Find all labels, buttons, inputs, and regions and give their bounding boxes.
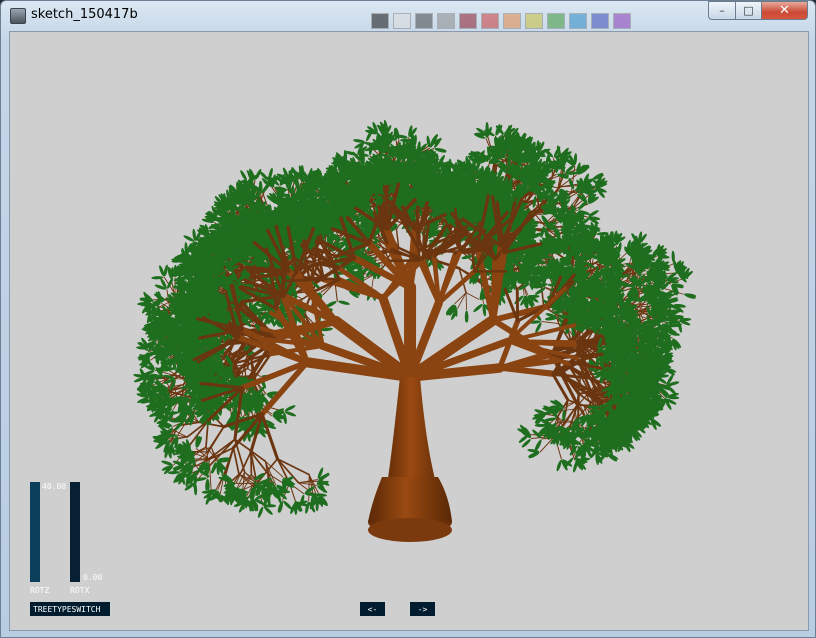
minimize-button[interactable]: – xyxy=(708,1,735,20)
rotx-value: 0.00 xyxy=(83,573,103,582)
tree-render[interactable] xyxy=(10,32,809,631)
window-controls: – □ ✕ xyxy=(708,1,808,21)
tree-trunk xyxy=(368,377,452,542)
next-button[interactable]: -> xyxy=(410,602,435,616)
rotx-slider[interactable] xyxy=(70,482,80,582)
tree-type-switch-button[interactable]: TREETYPESWITCH xyxy=(30,602,110,616)
rotz-value: 40.00 xyxy=(42,482,67,491)
rotz-slider-fill xyxy=(30,482,40,582)
rotz-label: ROTZ xyxy=(30,586,50,595)
close-button[interactable]: ✕ xyxy=(761,1,808,20)
rotz-slider[interactable] xyxy=(30,482,40,582)
rotx-label: ROTX xyxy=(70,586,90,595)
prev-button[interactable]: <- xyxy=(360,602,385,616)
background-color-swatches xyxy=(371,13,631,29)
maximize-button[interactable]: □ xyxy=(735,1,761,20)
sketch-canvas[interactable]: 40.00 ROTZ 0.00 ROTX TREETYPESWITCH <- -… xyxy=(9,31,809,631)
window-title: sketch_150417b xyxy=(31,7,138,22)
app-icon xyxy=(10,8,26,24)
app-window: sketch_150417b – □ ✕ 40.00 ROTZ 0.00 ROT… xyxy=(0,0,816,638)
title-bar[interactable]: sketch_150417b – □ ✕ xyxy=(1,1,815,31)
